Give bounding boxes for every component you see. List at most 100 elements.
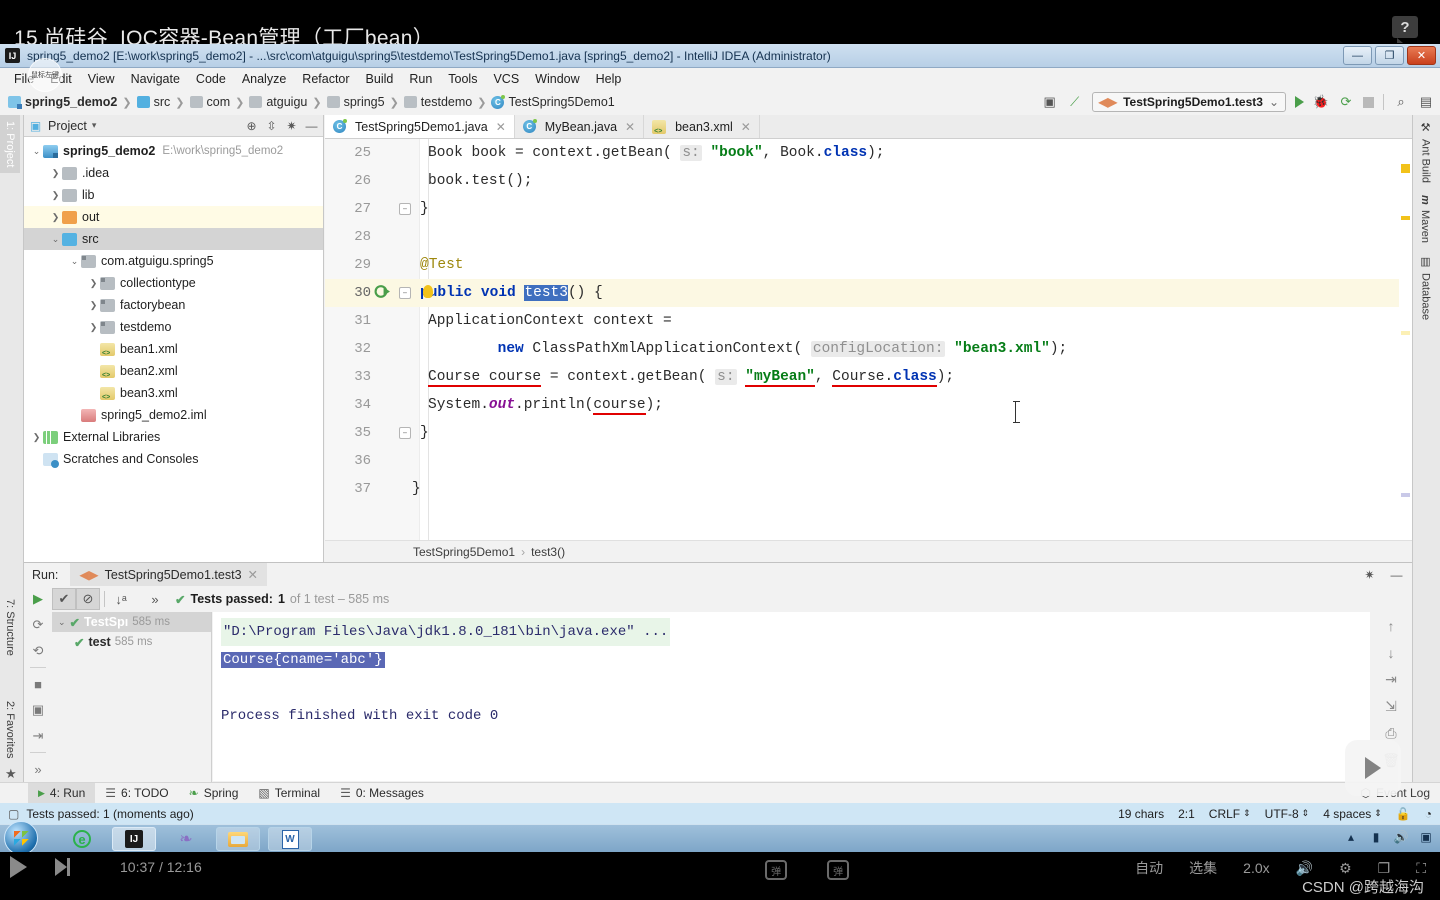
hide-icon[interactable]: — — [304, 118, 319, 133]
collapse-all-icon[interactable]: ⇳ — [264, 118, 279, 133]
search-everywhere-icon[interactable]: ⌕ — [1393, 94, 1409, 110]
test-case-row[interactable]: ✔ test 585 ms — [52, 632, 211, 652]
tree-node-src[interactable]: ⌄ src — [24, 228, 323, 250]
tree-node-spring5-demo2-iml[interactable]: spring5_demo2.iml — [24, 404, 323, 426]
encoding-selector[interactable]: UTF-8 ⇕ — [1265, 807, 1310, 821]
breadcrumb-item-module[interactable]: spring5_demo2 ❯ — [8, 95, 137, 109]
chevron-right-icon[interactable]: ❯ — [87, 300, 100, 311]
locate-icon[interactable]: ⊕ — [244, 118, 259, 133]
intention-bulb-icon[interactable] — [423, 285, 433, 298]
sidebar-item-structure[interactable]: 7: Structure — [0, 593, 20, 662]
run-icon[interactable] — [1295, 96, 1304, 108]
sidebar-item-database[interactable]: ▥ Database — [1413, 249, 1438, 326]
bottom-tab-run[interactable]: ▶ 4: Run — [28, 782, 96, 804]
menu-analyze[interactable]: Analyze — [234, 70, 294, 88]
chevron-down-icon[interactable]: ▾ — [92, 120, 97, 131]
start-button[interactable] — [4, 821, 38, 855]
debug-icon[interactable]: 🐞 — [1313, 94, 1329, 110]
screenshot-icon[interactable]: ▣ — [24, 697, 52, 723]
minimize-button[interactable]: — — [1343, 46, 1372, 65]
show-ignored-icon[interactable]: ⊘ — [76, 588, 100, 610]
warning-marker[interactable] — [1401, 216, 1410, 220]
console-output[interactable]: "D:\Program Files\Java\jdk1.8.0_181\bin\… — [213, 612, 1370, 781]
menu-run[interactable]: Run — [401, 70, 440, 88]
tree-node-scratches-and-consoles[interactable]: Scratches and Consoles — [24, 448, 323, 470]
settings-gear-icon[interactable]: ✷ — [1362, 567, 1377, 582]
close-icon[interactable]: ✕ — [248, 567, 258, 582]
chevron-down-icon[interactable]: ⌄ — [30, 146, 43, 157]
tree-node-lib[interactable]: ❯ lib — [24, 184, 323, 206]
tree-node-collectiontype[interactable]: ❯ collectiontype — [24, 272, 323, 294]
close-icon[interactable]: ✕ — [496, 120, 506, 134]
tree-node-bean1-xml[interactable]: bean1.xml — [24, 338, 323, 360]
menu-view[interactable]: View — [80, 70, 123, 88]
show-passed-icon[interactable]: ✔ — [52, 588, 76, 610]
menu-code[interactable]: Code — [188, 70, 234, 88]
toggle-auto-test-icon[interactable]: ⟲ — [24, 638, 52, 664]
caret-position[interactable]: 2:1 — [1178, 807, 1195, 821]
tree-node-bean3-xml[interactable]: bean3.xml — [24, 382, 323, 404]
scroll-up-icon[interactable]: ↑ — [1370, 612, 1412, 639]
editor-marker-strip[interactable] — [1399, 163, 1412, 518]
tree-node--idea[interactable]: ❯ .idea — [24, 162, 323, 184]
settings-gear-icon[interactable]: ⚙ — [1339, 860, 1352, 877]
editor-tab-testspring5demo1[interactable]: C TestSpring5Demo1.java ✕ — [325, 115, 515, 138]
menu-window[interactable]: Window — [527, 70, 587, 88]
breadcrumb-class[interactable]: TestSpring5Demo1 — [413, 545, 515, 559]
indent-selector[interactable]: 4 spaces ⇕ — [1323, 807, 1382, 821]
tree-node-testdemo[interactable]: ❯ testdemo — [24, 316, 323, 338]
sidebar-item-maven[interactable]: m Maven — [1413, 189, 1437, 249]
episode-list-label[interactable]: 选集 — [1189, 858, 1217, 878]
scroll-to-end-icon[interactable]: ⇲ — [1370, 693, 1412, 720]
sidebar-item-favorites[interactable]: 2: Favorites — [0, 695, 20, 764]
read-write-lock-icon[interactable]: 🔓 — [1396, 807, 1411, 821]
fold-marker-icon[interactable]: – — [399, 203, 411, 215]
bottom-tab-terminal[interactable]: ▧ Terminal — [248, 783, 330, 804]
close-icon[interactable]: ✕ — [625, 120, 635, 134]
taskbar-item-word[interactable]: W — [268, 827, 312, 851]
chevron-right-icon[interactable]: ❯ — [49, 168, 62, 179]
restore-button[interactable]: ❐ — [1375, 46, 1404, 65]
code-editor[interactable]: 25 Book book = context.getBean( s: "book… — [325, 139, 1412, 540]
fold-marker-icon[interactable]: – — [399, 427, 411, 439]
help-icon[interactable]: ? — [1392, 16, 1418, 43]
project-structure-icon[interactable]: ▤ — [1418, 94, 1434, 110]
chevron-right-icon[interactable]: ❯ — [49, 212, 62, 223]
breadcrumb-item-class[interactable]: C TestSpring5Demo1 — [491, 94, 615, 109]
rerun-icon[interactable]: ▶ — [24, 586, 52, 612]
menu-navigate[interactable]: Navigate — [123, 70, 188, 88]
menu-refactor[interactable]: Refactor — [294, 70, 357, 88]
stop-icon[interactable]: ■ — [24, 671, 52, 697]
action-center-icon[interactable]: ▣ — [1418, 829, 1434, 845]
close-button[interactable]: ✕ — [1407, 46, 1436, 65]
scroll-down-icon[interactable]: ↓ — [1370, 639, 1412, 666]
chevron-right-icon[interactable]: ❯ — [49, 190, 62, 201]
soft-wrap-icon[interactable]: ⇥ — [1370, 666, 1412, 693]
menu-vcs[interactable]: VCS — [485, 70, 527, 88]
settings-gear-icon[interactable]: ✷ — [284, 118, 299, 133]
menu-help[interactable]: Help — [588, 70, 630, 88]
volume-icon[interactable]: 🔊 — [1393, 829, 1409, 845]
warning-marker[interactable] — [1401, 164, 1410, 173]
status-message[interactable]: Tests passed: 1 (moments ago) — [26, 807, 193, 821]
sidebar-item-ant-build[interactable]: ⚒ Ant Build — [1413, 115, 1438, 189]
export-icon[interactable]: ⇥ — [24, 723, 52, 749]
tree-node-factorybean[interactable]: ❯ factorybean — [24, 294, 323, 316]
tree-node-bean2-xml[interactable]: bean2.xml — [24, 360, 323, 382]
tree-node-com-atguigu-spring5[interactable]: ⌄ com.atguigu.spring5 — [24, 250, 323, 272]
build-hammer-icon[interactable]: ⟋ — [1067, 94, 1083, 110]
bottom-tab-todo[interactable]: ☰ 6: TODO — [95, 783, 178, 804]
breadcrumb-item-testdemo[interactable]: testdemo ❯ — [403, 95, 492, 109]
inspections-icon[interactable]: ◔ — [1425, 807, 1432, 821]
chevron-right-icon[interactable]: ❯ — [30, 432, 43, 443]
expand-icon[interactable]: » — [24, 756, 52, 782]
danmu-block-icon[interactable]: 弹 — [765, 860, 788, 880]
chevron-down-icon[interactable]: ⌄ — [49, 234, 62, 245]
taskbar-item-navicat[interactable]: ❧ — [164, 827, 208, 851]
bottom-tab-messages[interactable]: ☰ 0: Messages — [330, 783, 434, 804]
picture-in-picture-icon[interactable]: ❐ — [1378, 860, 1391, 877]
chevron-down-icon[interactable]: ⌄ — [58, 617, 66, 628]
hide-icon[interactable]: — — [1389, 567, 1404, 582]
test-suite-row[interactable]: ⌄ ✔ TestSpı 585 ms — [52, 612, 211, 632]
sidebar-item-project[interactable]: 1: Project — [0, 115, 20, 174]
